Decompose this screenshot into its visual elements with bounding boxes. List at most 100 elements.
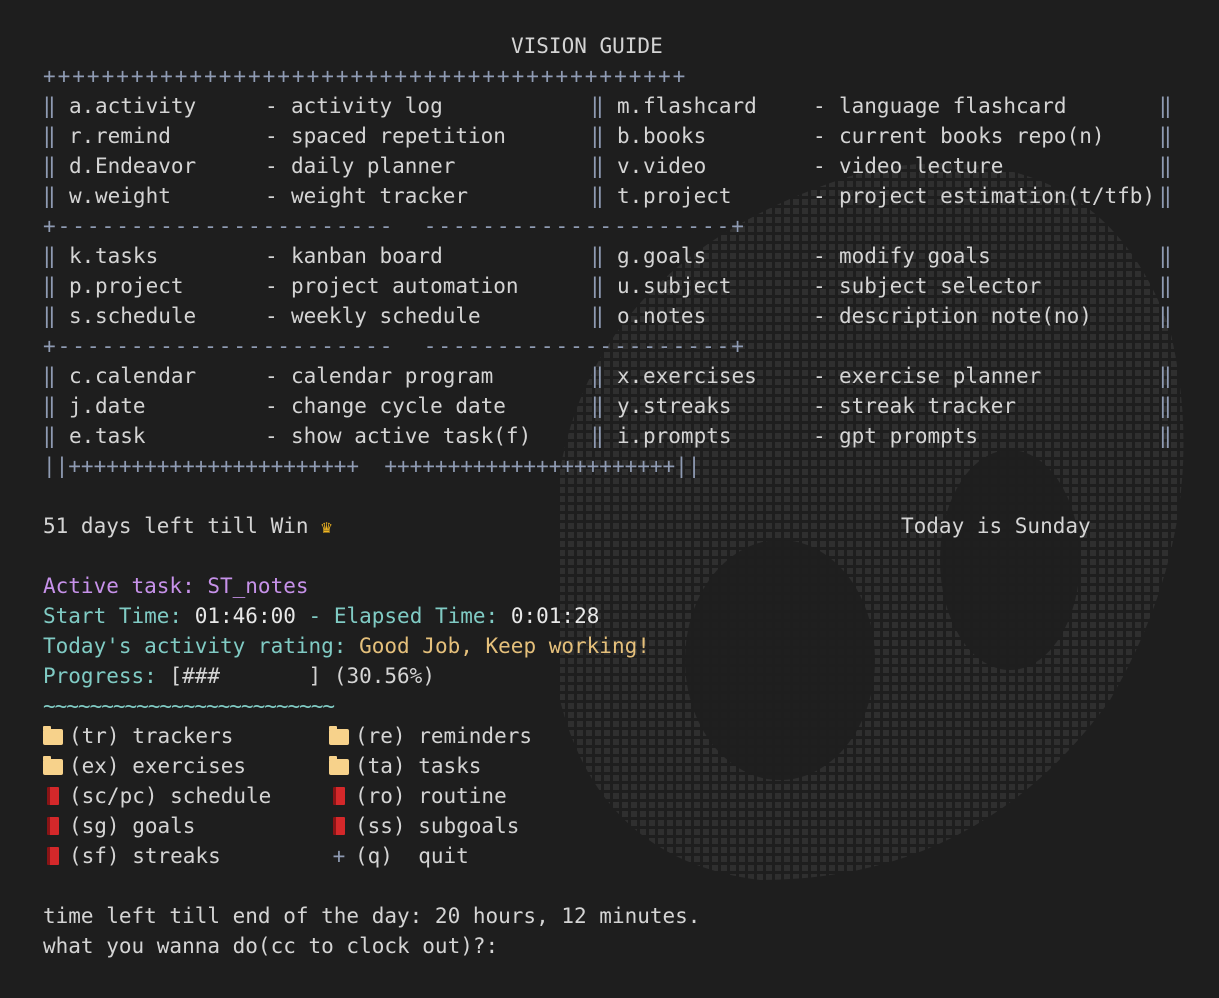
option-description: description note(no) <box>839 304 1092 328</box>
option-key[interactable]: u. <box>617 271 643 301</box>
command-prompt[interactable]: what you wanna do(cc to clock out)?: <box>43 931 1172 961</box>
dash-separator: - <box>813 124 839 148</box>
menu-item-label: (ro) routine <box>355 784 507 808</box>
menu-item[interactable]: (sg) goals <box>43 811 329 841</box>
border-pipe: ‖ <box>591 124 604 148</box>
option-key[interactable]: j. <box>69 391 95 421</box>
option-name[interactable]: flashcard <box>643 91 813 121</box>
option-key[interactable]: i. <box>617 421 643 451</box>
option-key[interactable]: b. <box>617 121 643 151</box>
option-description: language flashcard <box>839 94 1067 118</box>
dash-separator: - <box>813 244 839 268</box>
border-pipe: ‖ <box>1159 424 1172 448</box>
option-key[interactable]: d. <box>69 151 95 181</box>
option-description: project estimation(t/tfb) <box>839 184 1156 208</box>
option-key[interactable]: x. <box>617 361 643 391</box>
progress-percent: (30.56%) <box>333 664 435 688</box>
menu-row: (ex) exercises (ta) tasks <box>43 751 1172 781</box>
option-name[interactable]: schedule <box>95 301 265 331</box>
option-key[interactable]: k. <box>69 241 95 271</box>
dash-separator: - <box>265 244 291 268</box>
option-name[interactable]: project <box>95 271 265 301</box>
option-key[interactable]: a. <box>69 91 95 121</box>
progress-bar: [### ] <box>169 664 322 688</box>
option-key[interactable]: c. <box>69 361 95 391</box>
option-description: gpt prompts <box>839 424 979 448</box>
option-name[interactable]: tasks <box>95 241 265 271</box>
folder-icon <box>329 726 349 745</box>
option-key[interactable]: s. <box>69 301 95 331</box>
option-key[interactable]: m. <box>617 91 643 121</box>
dash-separator: - <box>265 394 291 418</box>
option-key[interactable]: y. <box>617 391 643 421</box>
border-pipe: ‖ <box>43 124 56 148</box>
option-name[interactable]: date <box>95 391 265 421</box>
option-key[interactable]: p. <box>69 271 95 301</box>
border-pipe: ‖ <box>1159 184 1172 208</box>
menu-item[interactable]: (ss) subgoals <box>329 811 615 841</box>
option-name[interactable]: activity <box>95 91 265 121</box>
option-description: spaced repetition <box>291 124 506 148</box>
guide-border-top: ++++++++++++++++++++++++++++++++++++++++… <box>43 64 688 88</box>
option-name[interactable]: subject <box>643 271 813 301</box>
option-name[interactable]: notes <box>643 301 813 331</box>
menu-item[interactable]: + (q) quit <box>329 841 615 871</box>
option-name[interactable]: goals <box>643 241 813 271</box>
folder-icon <box>329 756 349 775</box>
terminal-output: VISION GUIDE +++++++++++++++++++++++++++… <box>43 31 1172 961</box>
menu-item[interactable]: (ta) tasks <box>329 751 615 781</box>
menu-item[interactable]: (tr) trackers <box>43 721 329 751</box>
menu-item-label: (tr) trackers <box>69 724 234 748</box>
option-name[interactable]: prompts <box>643 421 813 451</box>
option-name[interactable]: remind <box>95 121 265 151</box>
rating-row: Today's activity rating: Good Job, Keep … <box>43 631 1172 661</box>
border-pipe: ‖ <box>1159 304 1172 328</box>
option-key[interactable]: t. <box>617 181 643 211</box>
menu-row: (tr) trackers (re) reminders <box>43 721 1172 751</box>
menu-item[interactable]: (ro) routine <box>329 781 615 811</box>
border-pipe: ‖ <box>591 184 604 208</box>
crown-icon: ♛ <box>321 517 333 538</box>
option-name[interactable]: task <box>95 421 265 451</box>
option-name[interactable]: Endeavor <box>95 151 265 181</box>
option-key[interactable]: w. <box>69 181 95 211</box>
option-name[interactable]: calendar <box>95 361 265 391</box>
option-key[interactable]: e. <box>69 421 95 451</box>
menu-item[interactable]: (re) reminders <box>329 721 615 751</box>
rating-value: Good Job, Keep working! <box>359 634 650 658</box>
dash-separator: - <box>813 274 839 298</box>
menu-item-label: (ex) exercises <box>69 754 247 778</box>
folder-icon <box>43 756 63 775</box>
guide-row: ‖ s.schedule - weekly schedule ‖ o.notes - de… <box>43 301 1172 331</box>
border-pipe: ‖ <box>591 424 604 448</box>
menu-item[interactable]: (sf) streaks <box>43 841 329 871</box>
option-key[interactable]: r. <box>69 121 95 151</box>
option-description: weekly schedule <box>291 304 481 328</box>
border-pipe: ‖ <box>43 424 56 448</box>
plus-icon: + <box>332 844 346 868</box>
menu-item-label: (sg) goals <box>69 814 196 838</box>
option-name[interactable]: streaks <box>643 391 813 421</box>
option-key[interactable]: v. <box>617 151 643 181</box>
menu-item[interactable]: (sc/pc) schedule <box>43 781 329 811</box>
option-name[interactable]: weight <box>95 181 265 211</box>
option-name[interactable]: project <box>643 181 813 211</box>
today-text: Today is Sunday <box>901 514 1091 538</box>
option-name[interactable]: video <box>643 151 813 181</box>
option-description: activity log <box>291 94 443 118</box>
menu-item[interactable]: (ex) exercises <box>43 751 329 781</box>
dash-separator: - <box>813 364 839 388</box>
option-name[interactable]: exercises <box>643 361 813 391</box>
dash-separator: - <box>265 304 291 328</box>
option-key[interactable]: g. <box>617 241 643 271</box>
dash-separator: - <box>813 394 839 418</box>
option-description: modify goals <box>839 244 991 268</box>
option-name[interactable]: books <box>643 121 813 151</box>
dash-separator: - <box>813 304 839 328</box>
folder-icon <box>43 726 63 745</box>
option-key[interactable]: o. <box>617 301 643 331</box>
command-menu: (tr) trackers (re) reminders (ex) exercise… <box>43 721 1172 871</box>
time-row: Start Time: 01:46:00 - Elapsed Time: 0:0… <box>43 601 1172 631</box>
border-pipe: ‖ <box>591 304 604 328</box>
dash-separator: - <box>265 184 291 208</box>
